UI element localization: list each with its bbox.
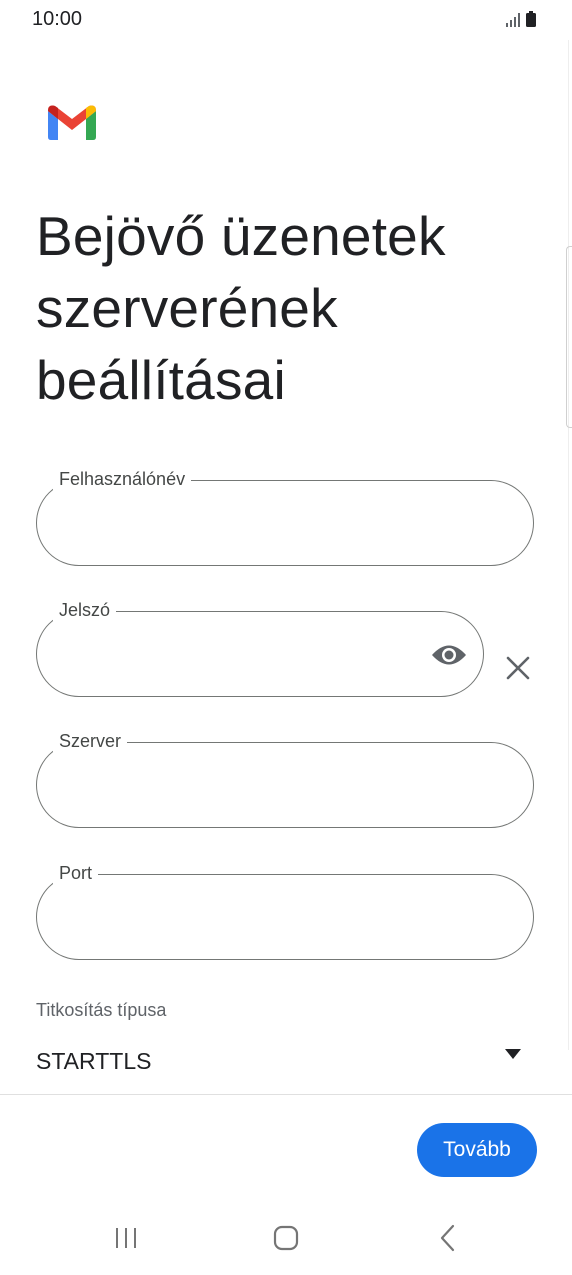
port-label: Port xyxy=(53,862,99,884)
next-button[interactable]: Tovább xyxy=(417,1123,537,1177)
server-input[interactable] xyxy=(61,767,425,805)
scroll-track xyxy=(568,40,569,1050)
password-field[interactable]: Jelszó xyxy=(36,599,484,697)
port-input[interactable] xyxy=(61,899,425,937)
encryption-label: Titkosítás típusa xyxy=(36,1000,167,1020)
recents-icon[interactable] xyxy=(106,1220,146,1256)
encryption-dropdown[interactable]: STARTTLS xyxy=(36,1040,526,1084)
scrollbar-handle[interactable] xyxy=(566,246,572,428)
gmail-logo xyxy=(48,105,96,140)
password-input[interactable] xyxy=(61,636,385,674)
username-input[interactable] xyxy=(61,505,425,543)
close-icon[interactable] xyxy=(504,654,532,682)
dropdown-arrow-icon xyxy=(505,1049,521,1059)
username-field[interactable]: Felhasználónév xyxy=(36,468,534,566)
battery-icon xyxy=(526,11,536,27)
encryption-value: STARTTLS xyxy=(36,1048,152,1074)
password-label: Jelszó xyxy=(53,599,117,621)
username-label: Felhasználónév xyxy=(53,468,192,490)
status-time: 10:00 xyxy=(32,8,83,30)
status-bar: 10:00 xyxy=(0,0,572,40)
home-icon[interactable] xyxy=(266,1220,306,1256)
page-title: Bejövő üzenetek szerverének beállításai xyxy=(36,205,446,411)
status-icons xyxy=(506,11,536,27)
eye-icon[interactable] xyxy=(431,642,467,668)
signal-icon xyxy=(506,13,520,27)
server-label: Szerver xyxy=(53,730,128,752)
server-field[interactable]: Szerver xyxy=(36,730,534,828)
navigation-bar xyxy=(0,1200,572,1275)
footer-divider xyxy=(0,1094,572,1095)
back-icon[interactable] xyxy=(428,1220,468,1256)
port-field[interactable]: Port xyxy=(36,862,534,960)
